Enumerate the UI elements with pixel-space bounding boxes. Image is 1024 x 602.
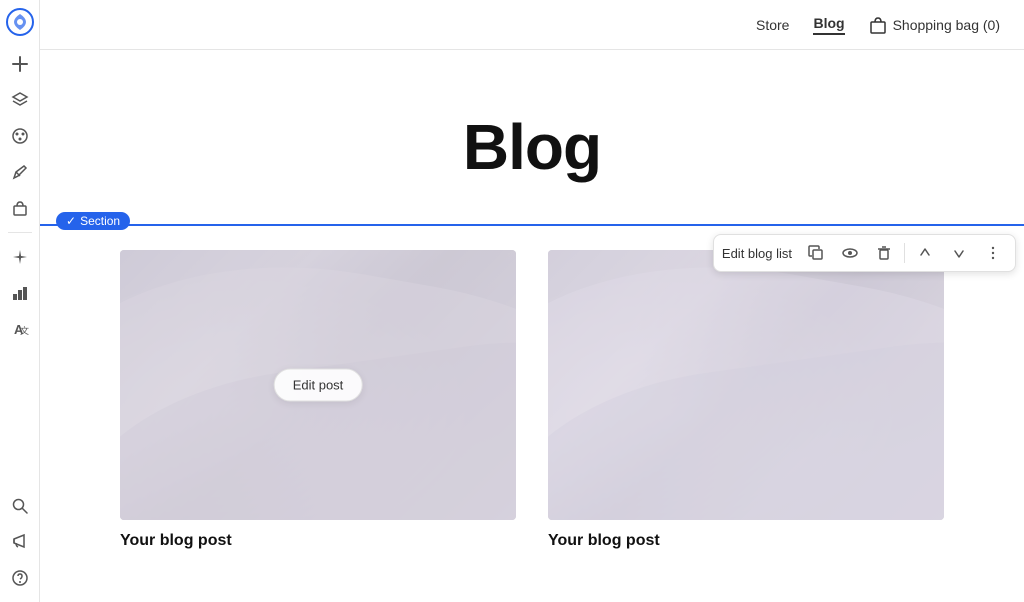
nav-blog[interactable]: Blog: [813, 15, 844, 35]
section-badge[interactable]: ✓ Section: [56, 212, 130, 230]
blog-card-title-1: Your blog post: [120, 532, 516, 550]
sidebar-divider: [8, 232, 32, 233]
blog-card-2[interactable]: Your blog post: [548, 250, 944, 550]
blog-hero: Blog: [40, 50, 1024, 224]
add-icon[interactable]: [4, 48, 36, 80]
topnav: Store Blog Shopping bag (0): [40, 0, 1024, 50]
edit-toolbar-label: Edit blog list: [722, 246, 792, 261]
arrow-down-button[interactable]: [945, 239, 973, 267]
blog-card-1[interactable]: Edit post Your blog post: [120, 250, 516, 550]
section-wrapper: ✓ Section Edit blog list: [40, 224, 1024, 590]
main-area: Store Blog Shopping bag (0) Blog ✓ Secti…: [40, 0, 1024, 602]
blog-card-image-2: [548, 250, 944, 520]
page-content: Blog ✓ Section Edit blog list: [40, 50, 1024, 602]
sidebar-bottom: [4, 490, 36, 594]
bag-icon[interactable]: [4, 192, 36, 224]
sparkle-icon[interactable]: [4, 241, 36, 273]
edit-post-button-1[interactable]: Edit post: [274, 369, 363, 402]
svg-text:文: 文: [20, 325, 29, 336]
shopping-bag-icon: [869, 16, 887, 34]
shopping-bag[interactable]: Shopping bag (0): [869, 16, 1000, 34]
section-label: Section: [80, 214, 120, 228]
chart-icon[interactable]: [4, 277, 36, 309]
blog-card-image-1: Edit post: [120, 250, 516, 520]
search-icon[interactable]: [4, 490, 36, 522]
blog-card-title-2: Your blog post: [548, 532, 944, 550]
translate-icon[interactable]: A文: [4, 313, 36, 345]
pen-icon[interactable]: [4, 156, 36, 188]
eye-button[interactable]: [836, 239, 864, 267]
sidebar: A文: [0, 0, 40, 602]
trash-button[interactable]: [870, 239, 898, 267]
copy-button[interactable]: [802, 239, 830, 267]
nav-store[interactable]: Store: [756, 17, 789, 33]
toolbar-divider: [904, 243, 905, 263]
logo[interactable]: [6, 8, 34, 36]
help-icon[interactable]: [4, 562, 36, 594]
section-check: ✓: [66, 214, 76, 228]
marketing-icon[interactable]: [4, 526, 36, 558]
blog-page-title: Blog: [80, 110, 984, 184]
palette-icon[interactable]: [4, 120, 36, 152]
arrow-up-button[interactable]: [911, 239, 939, 267]
shopping-bag-label: Shopping bag (0): [893, 17, 1000, 33]
layers-icon[interactable]: [4, 84, 36, 116]
more-options-button[interactable]: [979, 239, 1007, 267]
blog-grid: Edit post Your blog post Your blog post: [40, 226, 1024, 590]
edit-toolbar: Edit blog list: [713, 234, 1016, 272]
